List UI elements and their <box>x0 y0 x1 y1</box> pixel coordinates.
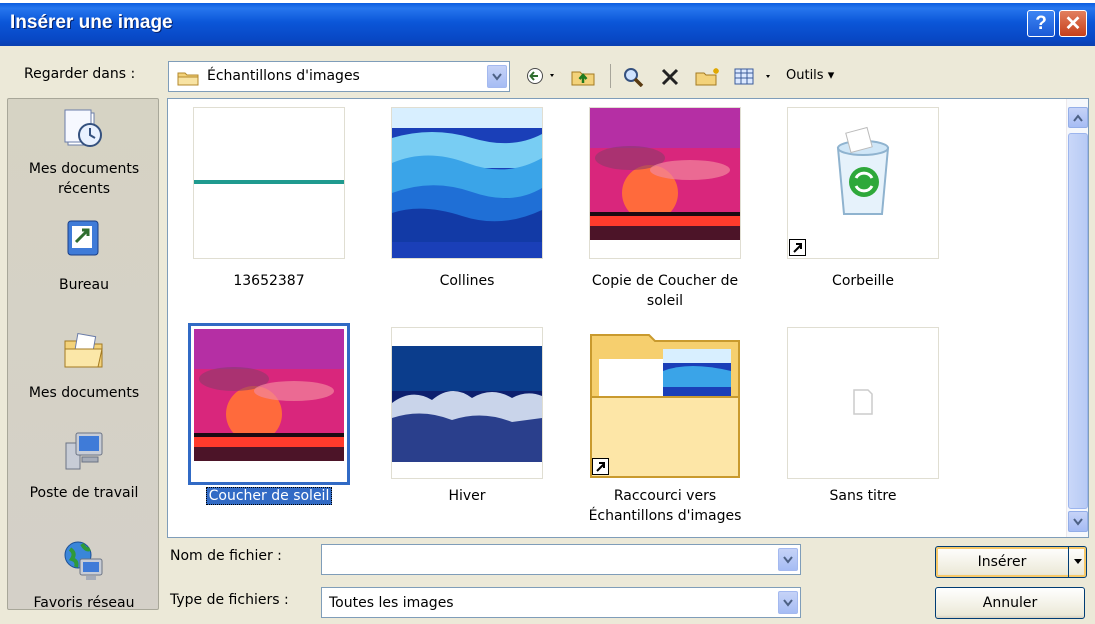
filename-dropdown-button[interactable] <box>778 548 798 571</box>
shortcut-arrow-icon <box>789 239 806 256</box>
tools-menu[interactable]: Outils ▾ <box>786 68 834 83</box>
insert-options-button[interactable] <box>1068 547 1086 577</box>
file-thumbnail[interactable] <box>589 107 741 259</box>
search-web-icon[interactable] <box>622 67 646 87</box>
place-recent-documents[interactable]: Mes documents récents <box>8 107 160 199</box>
insert-button-label: Insérer <box>977 554 1027 570</box>
close-button[interactable]: ✕ <box>1059 10 1087 37</box>
recycle-bin-icon <box>836 126 890 215</box>
file-caption[interactable]: Raccourci vers Échantillons d'images <box>580 486 750 526</box>
file-thumbnail-selected[interactable] <box>188 323 350 485</box>
chevron-down-icon <box>783 555 793 564</box>
file-caption-selected[interactable]: Coucher de soleil <box>184 486 354 506</box>
filetype-label: Type de fichiers : <box>170 592 289 608</box>
delete-icon[interactable] <box>660 67 680 87</box>
recent-documents-icon <box>64 109 102 147</box>
place-my-documents[interactable]: Mes documents <box>8 329 160 401</box>
place-label-my-computer: Poste de travail <box>29 485 139 501</box>
shortcut-arrow-icon <box>592 458 609 475</box>
file-thumbnail[interactable] <box>787 107 939 259</box>
file-thumbnail[interactable] <box>589 327 741 479</box>
desktop-icon <box>67 220 99 256</box>
my-documents-icon <box>64 333 103 368</box>
look-in-label: Regarder dans : <box>24 66 136 82</box>
look-in-combo[interactable]: Échantillons d'images <box>168 61 510 92</box>
toolbar: Regarder dans : Échantillons d'images Ou… <box>0 56 1095 96</box>
place-label-my-documents: Mes documents <box>28 385 140 401</box>
insert-picture-dialog: Insérer une image ? ✕ Regarder dans : Éc… <box>0 0 1095 624</box>
scroll-down-button[interactable] <box>1068 511 1088 532</box>
chevron-down-icon <box>492 72 502 81</box>
places-bar: Mes documents récents Bureau Mes documen… <box>7 98 160 611</box>
caret-down-icon <box>1073 559 1082 564</box>
file-caption[interactable]: Collines <box>382 271 552 291</box>
vertical-scrollbar[interactable] <box>1066 99 1088 537</box>
place-network[interactable]: Favoris réseau <box>8 539 160 611</box>
chevron-up-icon <box>1073 113 1083 122</box>
cancel-button[interactable]: Annuler <box>935 587 1085 619</box>
file-thumbnail[interactable] <box>391 327 543 479</box>
chevron-down-icon <box>1073 517 1083 526</box>
filetype-select[interactable]: Toutes les images <box>321 587 801 618</box>
generic-file-icon <box>853 389 873 415</box>
look-in-dropdown-button[interactable] <box>487 65 507 88</box>
toolbar-separator <box>610 64 611 88</box>
help-button[interactable]: ? <box>1027 10 1055 37</box>
my-computer-icon <box>65 432 103 470</box>
file-thumbnail[interactable] <box>787 327 939 479</box>
filename-label: Nom de fichier : <box>170 548 282 564</box>
insert-button[interactable]: Insérer <box>935 546 1087 578</box>
network-places-icon <box>64 541 103 580</box>
filename-input[interactable] <box>321 544 801 575</box>
scroll-thumb[interactable] <box>1068 133 1088 509</box>
back-icon[interactable] <box>526 67 560 85</box>
title-bar[interactable]: Insérer une image ? ✕ <box>0 0 1095 46</box>
new-folder-icon[interactable] <box>694 67 722 87</box>
place-label-network: Favoris réseau <box>33 595 135 611</box>
file-list-view[interactable]: 13652387 Collines Copie de Coucher de so… <box>167 98 1089 538</box>
filetype-dropdown-button[interactable] <box>778 591 798 614</box>
chevron-down-icon <box>783 598 793 607</box>
up-folder-icon[interactable] <box>570 67 598 87</box>
file-caption[interactable]: Sans titre <box>778 486 948 506</box>
filetype-value: Toutes les images <box>329 595 454 611</box>
file-caption[interactable]: 13652387 <box>184 271 354 291</box>
folder-icon <box>177 72 199 86</box>
file-caption[interactable]: Corbeille <box>778 271 948 291</box>
views-icon[interactable] <box>734 67 778 87</box>
file-thumbnail[interactable] <box>193 107 345 259</box>
dialog-title: Insérer une image <box>10 12 173 33</box>
place-label-recent: Mes documents récents <box>28 161 140 197</box>
place-label-desktop: Bureau <box>59 277 109 293</box>
place-my-computer[interactable]: Poste de travail <box>8 429 160 501</box>
folder-thumbnail-icon <box>590 334 740 478</box>
file-caption[interactable]: Copie de Coucher de soleil <box>580 271 750 311</box>
place-desktop[interactable]: Bureau <box>8 217 160 293</box>
scroll-up-button[interactable] <box>1068 107 1088 128</box>
look-in-value: Échantillons d'images <box>207 68 360 84</box>
file-caption[interactable]: Hiver <box>382 486 552 506</box>
file-thumbnail[interactable] <box>391 107 543 259</box>
selected-file-name: Coucher de soleil <box>205 487 333 505</box>
